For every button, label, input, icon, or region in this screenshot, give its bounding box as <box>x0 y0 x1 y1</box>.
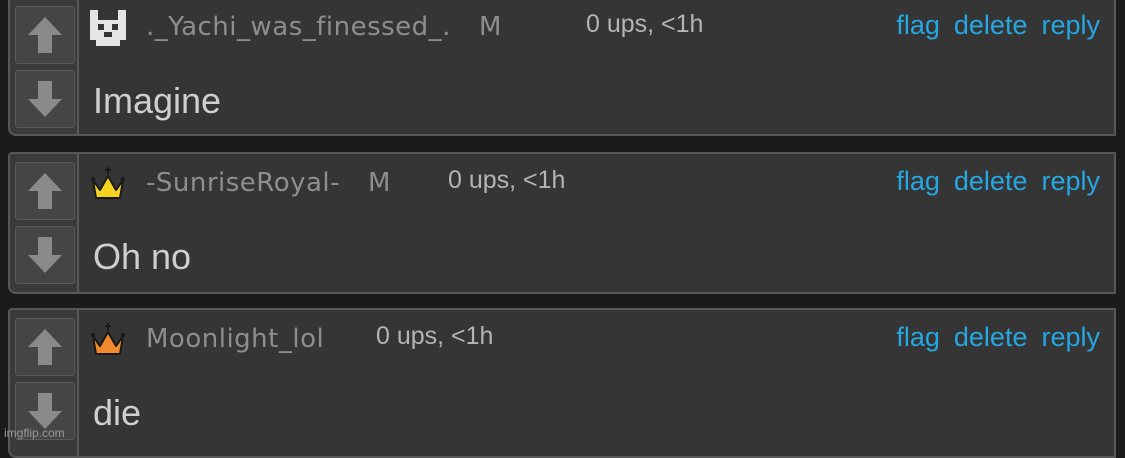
upvote-button[interactable] <box>15 6 75 64</box>
arrow-up-icon <box>28 329 62 365</box>
downvote-button[interactable] <box>15 226 75 284</box>
comment: ._Yachi_was_finessed_. M 0 ups, <1h flag d… <box>8 0 1116 136</box>
delete-link[interactable]: delete <box>954 322 1028 352</box>
downvote-button[interactable] <box>15 70 75 128</box>
arrow-down-icon <box>28 81 62 117</box>
mod-badge: M <box>478 12 502 42</box>
comment-text: die <box>93 392 142 433</box>
delete-link[interactable]: delete <box>954 166 1028 196</box>
arrow-down-icon <box>28 237 62 273</box>
flag-link[interactable]: flag <box>896 166 940 196</box>
comment: -SunriseRoyal- M 0 ups, <1h flag delete rep… <box>8 152 1116 294</box>
reply-link[interactable]: reply <box>1041 322 1100 352</box>
comment-meta: -SunriseRoyal- M <box>146 168 391 198</box>
arrow-up-icon <box>28 17 62 53</box>
orange-crown-icon[interactable] <box>90 322 126 358</box>
comment-body: -SunriseRoyal- M 0 ups, <1h flag delete rep… <box>77 152 1116 294</box>
mod-badge: M <box>368 168 391 198</box>
comment-actions: flag delete reply <box>882 10 1100 41</box>
reply-link[interactable]: reply <box>1041 166 1100 196</box>
comment-meta: ._Yachi_was_finessed_. M <box>146 12 502 42</box>
username-link[interactable]: ._Yachi_was_finessed_. <box>146 12 451 42</box>
watermark: imgflip.com <box>4 426 65 440</box>
arrow-down-icon <box>28 393 62 429</box>
comment-stats: 0 ups, <1h <box>586 10 704 38</box>
comment-stats: 0 ups, <1h <box>448 166 566 194</box>
comment-stats: 0 ups, <1h <box>376 322 494 350</box>
username-link[interactable]: Moonlight_lol <box>146 324 324 354</box>
vote-column <box>8 0 79 136</box>
upvote-button[interactable] <box>15 162 75 220</box>
gold-crown-icon[interactable] <box>90 166 126 202</box>
reply-link[interactable]: reply <box>1041 10 1100 40</box>
upvote-button[interactable] <box>15 318 75 376</box>
delete-link[interactable]: delete <box>954 10 1028 40</box>
comment-body: ._Yachi_was_finessed_. M 0 ups, <1h flag d… <box>77 0 1116 136</box>
arrow-up-icon <box>28 173 62 209</box>
comment-meta: Moonlight_lol <box>146 324 324 354</box>
username-link[interactable]: -SunriseRoyal- <box>146 168 340 198</box>
pixel-cat-icon[interactable] <box>90 10 126 46</box>
vote-column <box>8 152 79 294</box>
flag-link[interactable]: flag <box>896 322 940 352</box>
comment-actions: flag delete reply <box>882 322 1100 353</box>
comment-text: Imagine <box>93 80 222 121</box>
comment: Moonlight_lol 0 ups, <1h flag delete reply… <box>8 308 1116 458</box>
comment-actions: flag delete reply <box>882 166 1100 197</box>
comment-text: Oh no <box>93 236 192 277</box>
comment-body: Moonlight_lol 0 ups, <1h flag delete reply… <box>77 308 1116 458</box>
flag-link[interactable]: flag <box>896 10 940 40</box>
